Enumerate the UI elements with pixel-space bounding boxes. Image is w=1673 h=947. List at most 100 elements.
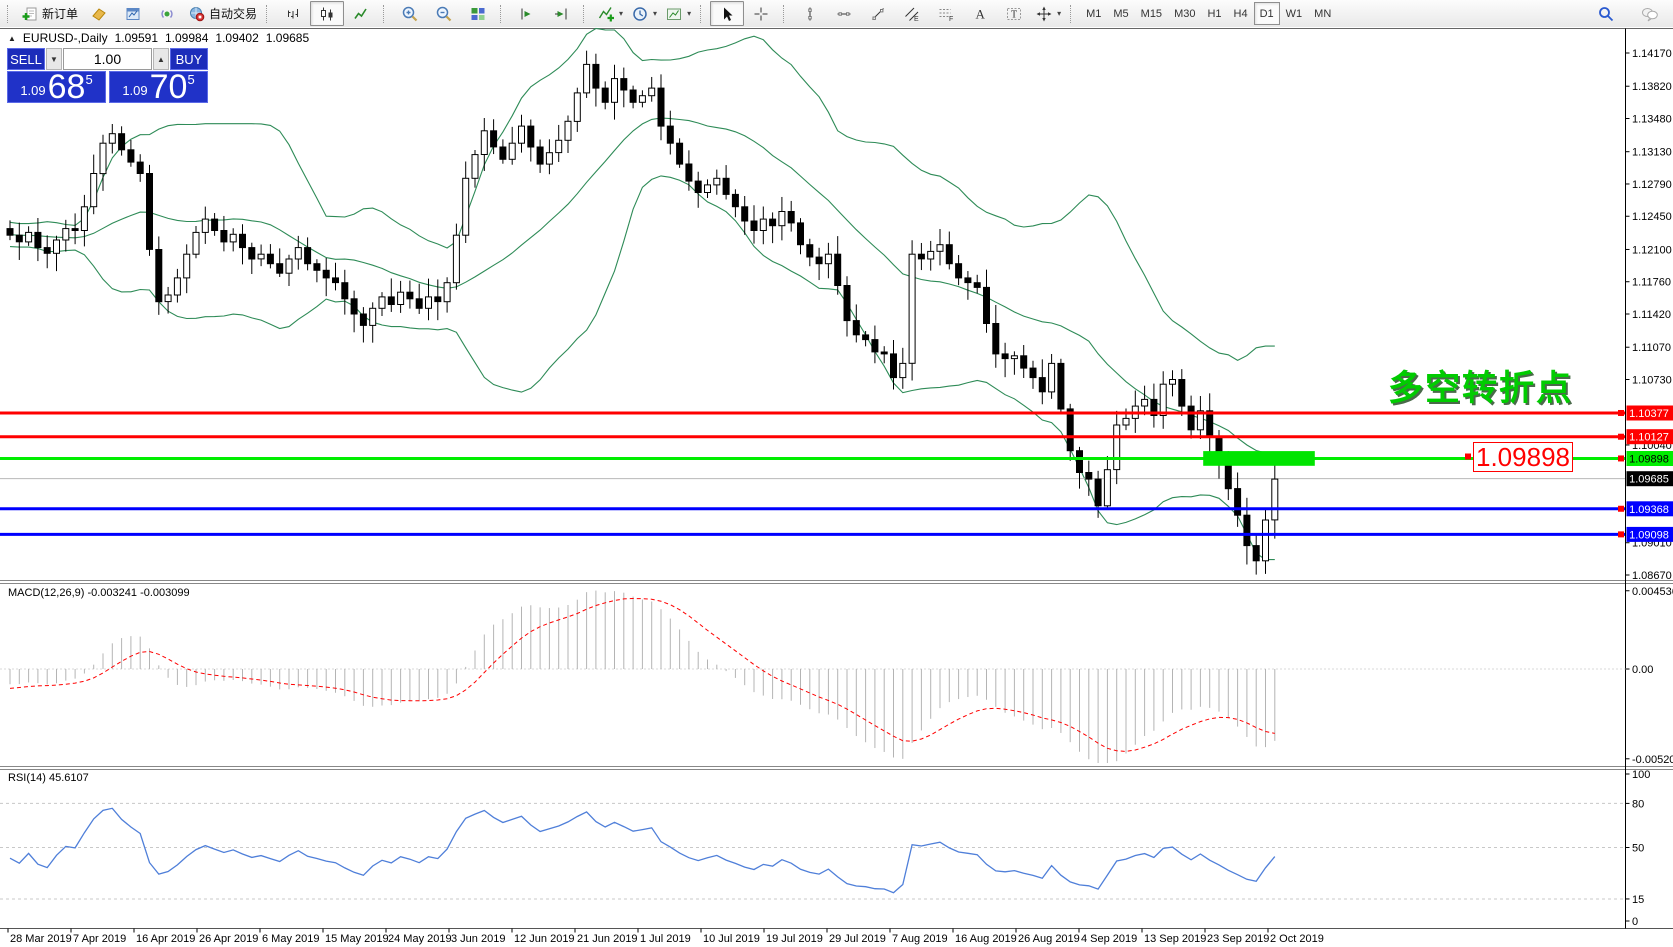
- svg-text:1.09898: 1.09898: [1629, 454, 1669, 466]
- channel-button[interactable]: E: [895, 1, 929, 26]
- timeframe-h1-button[interactable]: H1: [1201, 2, 1227, 25]
- price-level-annotation-box[interactable]: 1.09898: [1473, 442, 1573, 472]
- price-chart[interactable]: 1.141701.138201.134801.131301.127901.124…: [0, 0, 1673, 947]
- chat-icon: [1641, 5, 1659, 23]
- indicators-button[interactable]: ▾: [593, 1, 627, 26]
- timeframe-h4-button[interactable]: H4: [1228, 2, 1254, 25]
- signal-icon: [158, 5, 176, 23]
- toolbar-group-zoom: [378, 0, 495, 27]
- svg-text:15 May 2019: 15 May 2019: [325, 933, 389, 945]
- line-chart-button[interactable]: [344, 1, 378, 26]
- autotrade-button[interactable]: 自动交易: [184, 1, 261, 26]
- rsi-line: [10, 808, 1275, 892]
- crosshair-button[interactable]: [744, 1, 778, 26]
- svg-text:29 Jul 2019: 29 Jul 2019: [829, 933, 886, 945]
- buy-button[interactable]: BUY: [170, 48, 208, 70]
- trend-line-button[interactable]: [861, 1, 895, 26]
- signal-button[interactable]: [150, 1, 184, 26]
- chart-shift-button[interactable]: [544, 1, 578, 26]
- ohlc-high: 1.09984: [165, 31, 208, 45]
- auto-scroll-button[interactable]: [510, 1, 544, 26]
- svg-text:1.12100: 1.12100: [1632, 244, 1672, 256]
- tile-windows-button[interactable]: [461, 1, 495, 26]
- dropdown-arrow-icon[interactable]: ▾: [619, 9, 623, 18]
- toolbar-grip: [583, 5, 590, 23]
- timeframe-m5-button[interactable]: M5: [1107, 2, 1134, 25]
- candles-chart-button[interactable]: [310, 1, 344, 26]
- svg-text:-0.005205: -0.005205: [1632, 754, 1673, 766]
- templates-button[interactable]: ▾: [661, 1, 695, 26]
- dropdown-arrow-icon[interactable]: ▾: [653, 9, 657, 18]
- svg-text:10 Jul 2019: 10 Jul 2019: [703, 933, 760, 945]
- buy-price-button[interactable]: 1.09 70 5: [109, 71, 208, 103]
- vertical-line-button[interactable]: [793, 1, 827, 26]
- chart-window-icon: [124, 5, 142, 23]
- toolbar-grip: [7, 5, 14, 23]
- search-icon: [1597, 5, 1615, 23]
- zoom-in-button[interactable]: [393, 1, 427, 26]
- svg-text:15: 15: [1632, 894, 1644, 906]
- sell-price-button[interactable]: 1.09 68 5: [7, 71, 106, 103]
- svg-text:28 Mar 2019: 28 Mar 2019: [10, 933, 72, 945]
- eraser-button[interactable]: [82, 1, 116, 26]
- timeframe-m15-button[interactable]: M15: [1135, 2, 1168, 25]
- dropdown-arrow-icon[interactable]: ▾: [1057, 9, 1061, 18]
- fibonacci-icon: F: [937, 5, 955, 23]
- svg-text:1.10377: 1.10377: [1629, 408, 1669, 420]
- candles-chart-icon: [318, 5, 336, 23]
- new-order-button[interactable]: 新订单: [17, 1, 82, 26]
- ohlc-close: 1.09685: [266, 31, 309, 45]
- timeframe-m30-button[interactable]: M30: [1168, 2, 1201, 25]
- fibonacci-button[interactable]: F: [929, 1, 963, 26]
- symbol-period-label: EURUSD-,Daily: [23, 31, 108, 45]
- toolbar-group-draw: E F AT ▾: [778, 0, 1065, 27]
- auto-scroll-icon: [518, 5, 536, 23]
- horizontal-line-button[interactable]: [827, 1, 861, 26]
- zoom-out-button[interactable]: [427, 1, 461, 26]
- svg-text:1.10730: 1.10730: [1632, 374, 1672, 386]
- cursor-icon: [718, 5, 736, 23]
- svg-text:21 Jun 2019: 21 Jun 2019: [577, 933, 638, 945]
- dropdown-arrow-icon[interactable]: ▾: [687, 9, 691, 18]
- trend-line-icon: [869, 5, 887, 23]
- toolbar-group-pointer: [695, 0, 778, 27]
- svg-text:1.10127: 1.10127: [1629, 432, 1669, 444]
- volume-up-button[interactable]: ▲: [153, 48, 169, 70]
- svg-text:1.11070: 1.11070: [1632, 342, 1671, 354]
- timeframe-mn-button[interactable]: MN: [1308, 2, 1337, 25]
- svg-text:1.12790: 1.12790: [1632, 179, 1672, 191]
- crosshair-icon: [752, 5, 770, 23]
- toolbar-group-scroll: [495, 0, 578, 27]
- sell-button[interactable]: SELL: [7, 48, 45, 70]
- periods-button[interactable]: ▾: [627, 1, 661, 26]
- svg-text:4 Sep 2019: 4 Sep 2019: [1081, 933, 1137, 945]
- svg-text:12 Jun 2019: 12 Jun 2019: [514, 933, 575, 945]
- search-button[interactable]: [1589, 1, 1623, 26]
- bars-chart-button[interactable]: [276, 1, 310, 26]
- svg-text:24 May 2019: 24 May 2019: [388, 933, 452, 945]
- timeframe-d1-button[interactable]: D1: [1254, 2, 1280, 25]
- svg-text:100: 100: [1632, 769, 1650, 781]
- text-button[interactable]: A: [963, 1, 997, 26]
- svg-text:50: 50: [1632, 843, 1644, 855]
- chart-window-button[interactable]: [116, 1, 150, 26]
- autotrade-icon: [188, 5, 206, 23]
- buy-price-big: 70: [150, 73, 188, 101]
- svg-text:1.12450: 1.12450: [1632, 211, 1672, 223]
- bars-chart-icon: [284, 5, 302, 23]
- volume-down-button[interactable]: ▼: [46, 48, 62, 70]
- collapse-arrow-icon[interactable]: ▲: [8, 34, 16, 43]
- cursor-button[interactable]: [710, 1, 744, 26]
- svg-text:E: E: [914, 16, 919, 23]
- bollinger-band-m: [10, 118, 1275, 453]
- svg-text:13 Sep 2019: 13 Sep 2019: [1144, 933, 1206, 945]
- arrows-button[interactable]: ▾: [1031, 1, 1065, 26]
- svg-text:23 Sep 2019: 23 Sep 2019: [1207, 933, 1269, 945]
- timeframe-m1-button[interactable]: M1: [1080, 2, 1107, 25]
- volume-input[interactable]: [63, 48, 152, 70]
- svg-text:1.09098: 1.09098: [1629, 529, 1669, 541]
- svg-text:A: A: [976, 6, 986, 21]
- chat-button[interactable]: [1633, 1, 1667, 26]
- timeframe-w1-button[interactable]: W1: [1280, 2, 1309, 25]
- text-label-button[interactable]: T: [997, 1, 1031, 26]
